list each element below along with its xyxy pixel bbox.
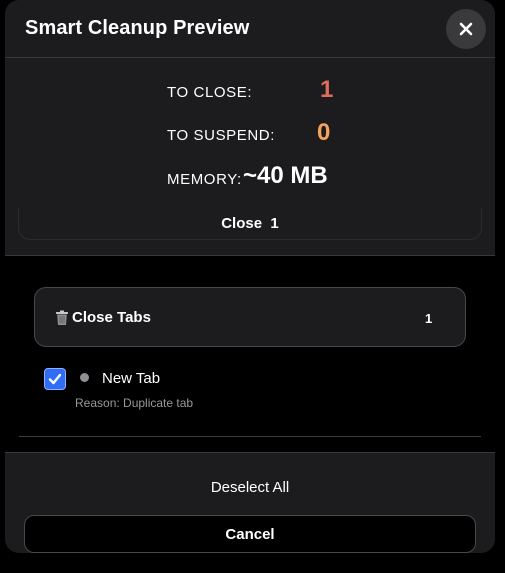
close-summary-label: Close	[221, 215, 263, 232]
dialog-footer: Deselect All Cancel	[5, 452, 495, 553]
close-tabs-count: 1	[425, 311, 433, 326]
to-close-label: TO CLOSE:	[167, 84, 253, 101]
trash-icon	[56, 310, 68, 325]
to-suspend-value: 0	[317, 119, 331, 146]
close-tabs-group-label: Close Tabs	[72, 309, 151, 326]
cancel-button[interactable]: Cancel	[24, 515, 476, 553]
close-tabs-group[interactable]: Close Tabs 1	[34, 287, 466, 347]
cleanup-summary: TO CLOSE: 1 TO SUSPEND: 0 MEMORY: ~40 MB…	[5, 58, 495, 256]
to-suspend-label: TO SUSPEND:	[167, 127, 276, 144]
close-tabs-group-label-wrap: Close Tabs	[55, 309, 151, 326]
close-summary-count: 1	[270, 215, 279, 232]
deselect-all-button[interactable]: Deselect All	[5, 479, 495, 496]
memory-value: ~40 MB	[243, 162, 328, 189]
tab-checkbox[interactable]	[44, 368, 66, 390]
close-summary: Close 1	[5, 215, 495, 232]
to-close-value: 1	[320, 76, 334, 103]
close-icon	[459, 22, 473, 36]
checkmark-icon	[48, 373, 62, 385]
divider	[19, 436, 481, 437]
dialog-header: Smart Cleanup Preview	[5, 0, 495, 58]
memory-label: MEMORY:	[167, 171, 242, 188]
tab-reason: Reason: Duplicate tab	[75, 396, 194, 410]
close-dialog-button[interactable]	[446, 9, 486, 49]
cleanup-preview-dialog: Smart Cleanup Preview TO CLOSE: 1 TO SUS…	[5, 0, 495, 553]
dialog-title: Smart Cleanup Preview	[25, 17, 250, 39]
tab-status-dot	[80, 373, 89, 382]
tab-title: New Tab	[102, 370, 161, 387]
